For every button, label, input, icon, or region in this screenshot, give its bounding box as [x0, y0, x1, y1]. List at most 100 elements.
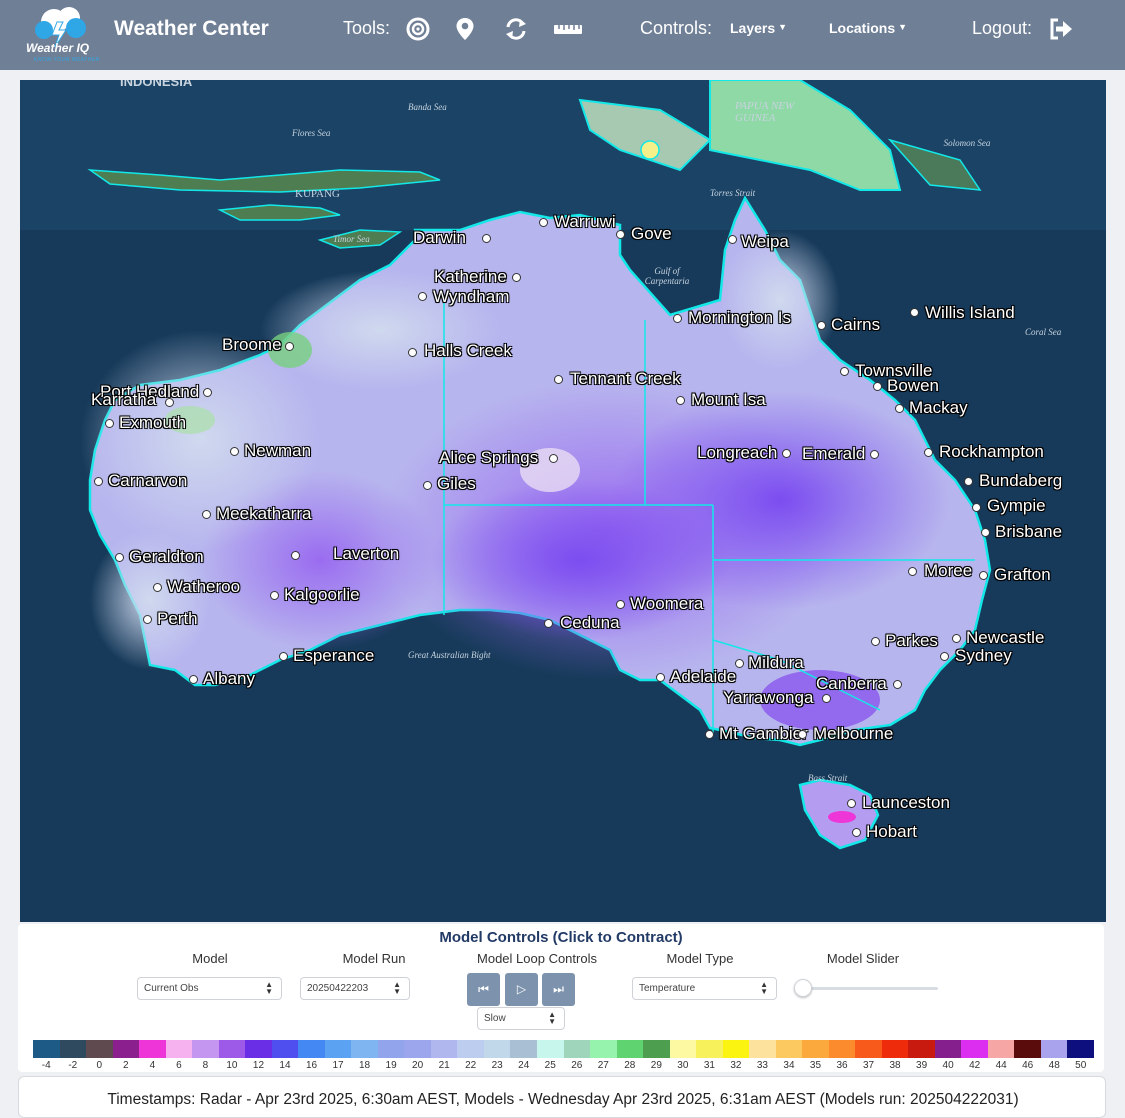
model-type-select[interactable]: Temperature ▲ ▼	[632, 977, 777, 1000]
city-label[interactable]: Newcastle	[966, 629, 1044, 646]
step-forward-button[interactable]: ⏭	[542, 973, 575, 1006]
city-label[interactable]: Mount Isa	[691, 391, 766, 408]
city-marker-dot[interactable]	[554, 375, 563, 384]
city-label[interactable]: Moree	[924, 562, 972, 579]
city-marker-dot[interactable]	[143, 615, 152, 624]
city-marker-dot[interactable]	[616, 600, 625, 609]
city-marker-dot[interactable]	[924, 448, 933, 457]
city-marker-dot[interactable]	[539, 218, 548, 227]
city-marker-dot[interactable]	[165, 398, 174, 407]
city-label[interactable]: Willis Island	[925, 304, 1015, 321]
city-marker-dot[interactable]	[979, 571, 988, 580]
city-label[interactable]: Rockhampton	[939, 443, 1044, 460]
city-marker-dot[interactable]	[418, 292, 427, 301]
city-marker-dot[interactable]	[798, 730, 807, 739]
city-label[interactable]: Exmouth	[119, 414, 186, 431]
city-label[interactable]: Yarrawonga	[723, 689, 813, 706]
weather-map[interactable]: INDONESIA Banda Sea Flores Sea Timor Sea…	[20, 80, 1106, 922]
city-label[interactable]: Alice Springs	[439, 449, 538, 466]
step-back-button[interactable]: ⏮	[467, 973, 500, 1006]
city-label[interactable]: Broome	[222, 336, 282, 353]
city-label[interactable]: Watheroo	[167, 578, 240, 595]
model-controls-toggle[interactable]: Model Controls (Click to Contract)	[18, 929, 1104, 946]
city-marker-dot[interactable]	[893, 680, 902, 689]
city-marker-dot[interactable]	[279, 652, 288, 661]
city-label[interactable]: Esperance	[293, 647, 374, 664]
city-marker-dot[interactable]	[408, 348, 417, 357]
city-marker-dot[interactable]	[270, 591, 279, 600]
city-marker-dot[interactable]	[728, 235, 737, 244]
city-label[interactable]: Geraldton	[129, 548, 204, 565]
city-label[interactable]: Newman	[244, 442, 311, 459]
ruler-icon[interactable]	[553, 16, 583, 42]
city-marker-dot[interactable]	[910, 308, 919, 317]
city-label[interactable]: Laverton	[333, 545, 399, 562]
city-marker-dot[interactable]	[94, 477, 103, 486]
city-marker-dot[interactable]	[482, 234, 491, 243]
city-marker-dot[interactable]	[840, 367, 849, 376]
city-marker-dot[interactable]	[544, 619, 553, 628]
city-label[interactable]: Tennant Creek	[570, 370, 681, 387]
city-label[interactable]: Giles	[437, 475, 476, 492]
city-label[interactable]: Gympie	[987, 497, 1046, 514]
city-marker-dot[interactable]	[285, 342, 294, 351]
layers-dropdown[interactable]: Layers ▼	[730, 20, 787, 36]
logout-button[interactable]: Logout:	[972, 18, 1072, 40]
city-marker-dot[interactable]	[203, 388, 212, 397]
city-label[interactable]: Warruwi	[554, 213, 616, 230]
city-marker-dot[interactable]	[981, 528, 990, 537]
model-slider-track[interactable]	[798, 987, 938, 990]
city-marker-dot[interactable]	[549, 454, 558, 463]
city-marker-dot[interactable]	[115, 553, 124, 562]
city-marker-dot[interactable]	[782, 449, 791, 458]
city-marker-dot[interactable]	[291, 551, 300, 560]
city-label[interactable]: Brisbane	[995, 523, 1062, 540]
city-label[interactable]: Launceston	[862, 794, 950, 811]
locations-dropdown[interactable]: Locations ▼	[829, 20, 907, 36]
city-label[interactable]: Woomera	[630, 595, 703, 612]
radar-target-icon[interactable]	[405, 16, 431, 42]
city-label[interactable]: Grafton	[994, 566, 1051, 583]
play-button[interactable]: ▷	[505, 973, 538, 1006]
city-marker-dot[interactable]	[871, 637, 880, 646]
city-label[interactable]: Mackay	[909, 399, 968, 416]
weather-iq-logo[interactable]: Weather IQ KNOW YOUR WEATHER	[24, 2, 106, 64]
city-label[interactable]: Kalgoorlie	[284, 586, 360, 603]
city-marker-dot[interactable]	[964, 477, 973, 486]
loop-speed-select[interactable]: Slow ▲ ▼	[477, 1007, 565, 1030]
city-label[interactable]: Emerald	[802, 445, 865, 462]
city-label[interactable]: Albany	[203, 670, 255, 687]
city-label[interactable]: Mt Gambier	[719, 725, 808, 742]
city-label[interactable]: Sydney	[955, 647, 1012, 664]
refresh-icon[interactable]	[503, 16, 529, 42]
city-marker-dot[interactable]	[873, 382, 882, 391]
location-pin-icon[interactable]	[452, 16, 478, 42]
city-label[interactable]: Gove	[631, 225, 672, 242]
city-label[interactable]: Bowen	[887, 377, 939, 394]
city-marker-dot[interactable]	[189, 675, 198, 684]
city-label[interactable]: Karratha	[91, 391, 156, 408]
city-label[interactable]: Bundaberg	[979, 472, 1062, 489]
city-marker-dot[interactable]	[972, 503, 981, 512]
city-marker-dot[interactable]	[423, 481, 432, 490]
city-label[interactable]: Ceduna	[560, 614, 620, 631]
city-marker-dot[interactable]	[705, 730, 714, 739]
city-marker-dot[interactable]	[908, 567, 917, 576]
city-label[interactable]: Perth	[157, 610, 198, 627]
city-label[interactable]: Longreach	[697, 444, 777, 461]
city-marker-dot[interactable]	[852, 828, 861, 837]
city-label[interactable]: Halls Creek	[424, 342, 512, 359]
city-marker-dot[interactable]	[153, 583, 162, 592]
model-select[interactable]: Current Obs ▲ ▼	[137, 977, 282, 1000]
city-label[interactable]: Mildura	[748, 654, 804, 671]
city-label[interactable]: Meekatharra	[216, 505, 311, 522]
city-marker-dot[interactable]	[512, 273, 521, 282]
city-marker-dot[interactable]	[822, 694, 831, 703]
city-label[interactable]: Darwin	[413, 229, 466, 246]
city-marker-dot[interactable]	[673, 314, 682, 323]
city-label[interactable]: Wyndham	[433, 288, 509, 305]
city-label[interactable]: Mornington Is	[688, 309, 791, 326]
city-marker-dot[interactable]	[616, 230, 625, 239]
city-marker-dot[interactable]	[952, 634, 961, 643]
city-marker-dot[interactable]	[895, 404, 904, 413]
